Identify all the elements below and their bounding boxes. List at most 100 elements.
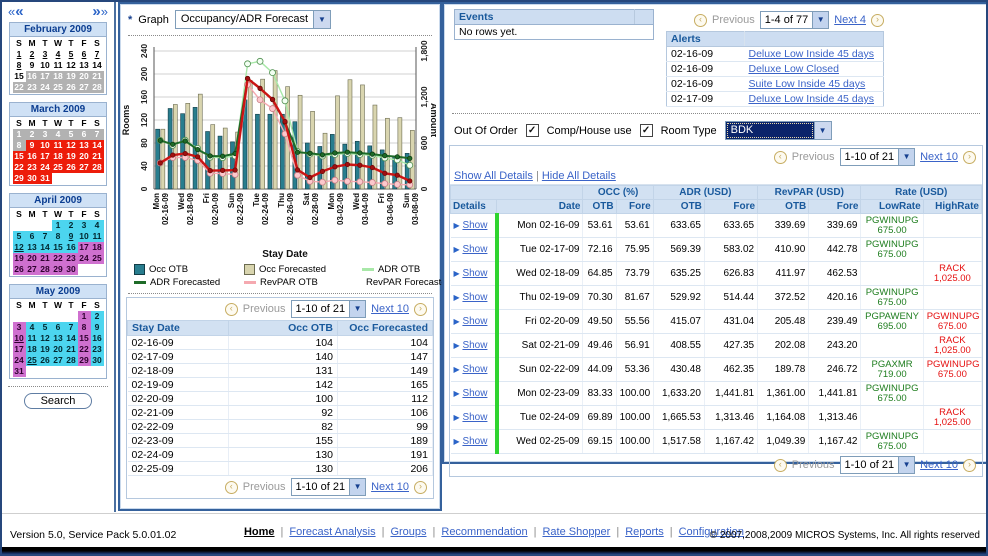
calendar-day[interactable]: 18 (52, 151, 65, 162)
calendar-day[interactable]: 27 (26, 264, 39, 275)
col-header-stay-date[interactable]: Stay Date (128, 321, 229, 336)
calendar-day[interactable]: 7 (39, 231, 52, 242)
calendar-day[interactable]: 26 (65, 162, 78, 173)
page-range-select[interactable]: 1-10 of 21▼ (291, 478, 367, 496)
footer-link-groups[interactable]: Groups (390, 526, 426, 538)
calendar-day[interactable]: 1 (13, 49, 26, 60)
calendar-day[interactable]: 6 (78, 49, 91, 60)
calendar-day[interactable]: 27 (78, 82, 91, 93)
next-page-link[interactable]: Next 10 (920, 459, 958, 471)
col-header-date[interactable]: Date (497, 200, 583, 214)
chevron-down-icon[interactable]: ▼ (349, 301, 365, 317)
calendar-next-icon[interactable]: » (92, 3, 100, 20)
calendar-day[interactable]: 14 (65, 333, 78, 344)
calendar-day[interactable]: 20 (52, 344, 65, 355)
next-page-link[interactable]: Next 10 (371, 481, 409, 493)
calendar-day[interactable]: 13 (78, 140, 91, 151)
calendar-day[interactable]: 20 (26, 253, 39, 264)
footer-link-rate-shopper[interactable]: Rate Shopper (542, 526, 610, 538)
calendar-day[interactable]: 21 (91, 71, 104, 82)
graph-type-select[interactable]: Occupancy/ADR Forecast ▼ (175, 10, 331, 29)
show-details-link[interactable]: Show (462, 292, 487, 303)
calendar-day[interactable]: 25 (52, 82, 65, 93)
show-details-link[interactable]: Show (462, 220, 487, 231)
col-header-revpar-otb[interactable]: OTB (758, 200, 809, 214)
calendar-day[interactable]: 26 (39, 355, 52, 366)
calendar-day[interactable]: 26 (65, 82, 78, 93)
calendar-day[interactable]: 15 (78, 333, 91, 344)
show-details-link[interactable]: Show (462, 364, 487, 375)
calendar-day[interactable]: 8 (13, 140, 26, 151)
calendar-day[interactable]: 13 (26, 242, 39, 253)
calendar-day[interactable]: 19 (65, 151, 78, 162)
calendar-day[interactable]: 25 (52, 162, 65, 173)
next-page-link[interactable]: Next 10 (920, 151, 958, 163)
calendar-day[interactable]: 22 (13, 162, 26, 173)
col-header-revpar-fore[interactable]: Fore (809, 200, 861, 214)
col-header-adr-fore[interactable]: Fore (704, 200, 757, 214)
calendar-day[interactable]: 15 (13, 71, 26, 82)
calendar-day[interactable]: 14 (39, 242, 52, 253)
calendar-day[interactable]: 10 (39, 60, 52, 71)
calendar-day[interactable]: 6 (78, 129, 91, 140)
calendar-day[interactable]: 14 (91, 140, 104, 151)
calendar-day[interactable]: 10 (39, 140, 52, 151)
col-header-occ-otb[interactable]: OTB (583, 200, 616, 214)
calendar-day[interactable]: 5 (65, 129, 78, 140)
col-header-occ-otb[interactable]: Occ OTB (229, 321, 338, 336)
calendar-day[interactable]: 1 (52, 220, 65, 231)
calendar-day[interactable]: 20 (78, 151, 91, 162)
calendar-day[interactable]: 7 (91, 49, 104, 60)
col-header-occ-forecasted[interactable]: Occ Forecasted (338, 321, 433, 336)
calendar-day[interactable]: 29 (78, 355, 91, 366)
calendar-day[interactable]: 12 (65, 140, 78, 151)
calendar-day[interactable]: 3 (78, 220, 91, 231)
chevron-down-icon[interactable]: ▼ (898, 457, 914, 473)
search-button[interactable]: Search (24, 393, 93, 409)
calendar-day[interactable]: 8 (13, 60, 26, 71)
footer-link-recommendation[interactable]: Recommendation (441, 526, 527, 538)
page-range-select[interactable]: 1-4 of 77▼ (760, 11, 829, 29)
calendar-day[interactable]: 23 (91, 344, 104, 355)
calendar-day[interactable]: 19 (65, 71, 78, 82)
comp-house-checkbox[interactable]: ✓ (640, 124, 653, 137)
chevron-down-icon[interactable]: ▼ (349, 479, 365, 495)
calendar-day[interactable]: 13 (78, 60, 91, 71)
calendar-day[interactable]: 27 (78, 162, 91, 173)
calendar-day[interactable]: 28 (91, 162, 104, 173)
calendar-day[interactable]: 13 (52, 333, 65, 344)
footer-link-reports[interactable]: Reports (625, 526, 664, 538)
calendar-prev-icon[interactable]: « (15, 3, 23, 20)
alert-link[interactable]: Deluxe Low Closed (749, 63, 839, 75)
calendar-day[interactable]: 24 (39, 82, 52, 93)
calendar-day[interactable]: 17 (13, 344, 26, 355)
calendar-day[interactable]: 15 (52, 242, 65, 253)
calendar-day[interactable]: 6 (52, 322, 65, 333)
calendar-day[interactable]: 7 (91, 129, 104, 140)
calendar-day[interactable]: 26 (13, 264, 26, 275)
alert-link[interactable]: Deluxe Low Inside 45 days (749, 48, 875, 60)
calendar-day[interactable]: 3 (39, 129, 52, 140)
calendar-day[interactable]: 30 (91, 355, 104, 366)
calendar-day[interactable]: 25 (91, 253, 104, 264)
calendar-day[interactable]: 10 (13, 333, 26, 344)
calendar-day[interactable]: 8 (78, 322, 91, 333)
calendar-day[interactable]: 1 (78, 311, 91, 322)
calendar-day[interactable]: 16 (91, 333, 104, 344)
show-details-link[interactable]: Show (462, 316, 487, 327)
calendar-day[interactable]: 12 (39, 333, 52, 344)
calendar-day[interactable]: 8 (52, 231, 65, 242)
show-details-link[interactable]: Show (462, 388, 487, 399)
calendar-day[interactable]: 4 (52, 129, 65, 140)
calendar-day[interactable]: 3 (13, 322, 26, 333)
calendar-day[interactable]: 20 (78, 71, 91, 82)
calendar-day[interactable]: 11 (26, 333, 39, 344)
calendar-day[interactable]: 24 (39, 162, 52, 173)
calendar-day[interactable]: 5 (39, 322, 52, 333)
calendar-day[interactable]: 24 (78, 253, 91, 264)
calendar-day[interactable]: 18 (52, 71, 65, 82)
calendar-day[interactable]: 29 (13, 173, 26, 184)
calendar-day[interactable]: 30 (26, 173, 39, 184)
footer-link-home[interactable]: Home (244, 526, 275, 538)
calendar-day[interactable]: 1 (13, 129, 26, 140)
